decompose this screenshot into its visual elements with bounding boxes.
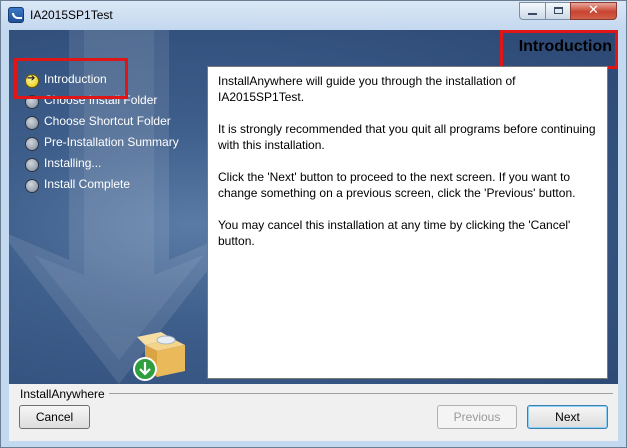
cancel-button[interactable]: Cancel bbox=[19, 405, 90, 429]
step-label: Choose Shortcut Folder bbox=[44, 114, 171, 128]
close-button[interactable]: ✕ bbox=[570, 2, 617, 20]
footer-divider bbox=[109, 393, 613, 394]
installer-banner: Introduction Introduction Choose Install… bbox=[9, 30, 618, 384]
intro-paragraph: InstallAnywhere will guide you through t… bbox=[218, 74, 516, 104]
step-pending-icon bbox=[25, 116, 39, 130]
step-label: Pre-Installation Summary bbox=[44, 135, 179, 149]
brand-label: InstallAnywhere bbox=[20, 387, 105, 401]
step-pending-icon bbox=[25, 158, 39, 172]
step-label: Install Complete bbox=[44, 177, 131, 191]
close-icon: ✕ bbox=[588, 3, 599, 18]
step-highlight-box bbox=[14, 58, 128, 99]
next-button[interactable]: Next bbox=[527, 405, 608, 429]
previous-button[interactable]: Previous bbox=[437, 405, 517, 429]
instructions-panel: InstallAnywhere will guide you through t… bbox=[207, 66, 608, 379]
header-highlight-box bbox=[500, 30, 618, 69]
minimize-button[interactable] bbox=[519, 2, 546, 20]
maximize-icon bbox=[554, 7, 563, 14]
minimize-icon bbox=[528, 13, 537, 15]
step-pending-icon bbox=[25, 179, 39, 193]
installer-window: IA2015SP1Test ✕ Introduction Introductio… bbox=[0, 0, 627, 448]
step-pending-icon bbox=[25, 137, 39, 151]
step-label: Installing... bbox=[44, 156, 102, 170]
navigation-paragraph: Click the 'Next' button to proceed to th… bbox=[218, 170, 576, 200]
window-title: IA2015SP1Test bbox=[30, 8, 113, 22]
installer-client-area: Introduction Introduction Choose Install… bbox=[9, 30, 618, 441]
app-icon bbox=[8, 7, 24, 23]
box-with-download-icon bbox=[133, 332, 185, 381]
cancel-paragraph: You may cancel this installation at any … bbox=[218, 218, 571, 248]
maximize-button[interactable] bbox=[545, 2, 571, 20]
recommendation-paragraph: It is strongly recommended that you quit… bbox=[218, 122, 596, 152]
title-bar[interactable]: IA2015SP1Test ✕ bbox=[1, 1, 626, 29]
